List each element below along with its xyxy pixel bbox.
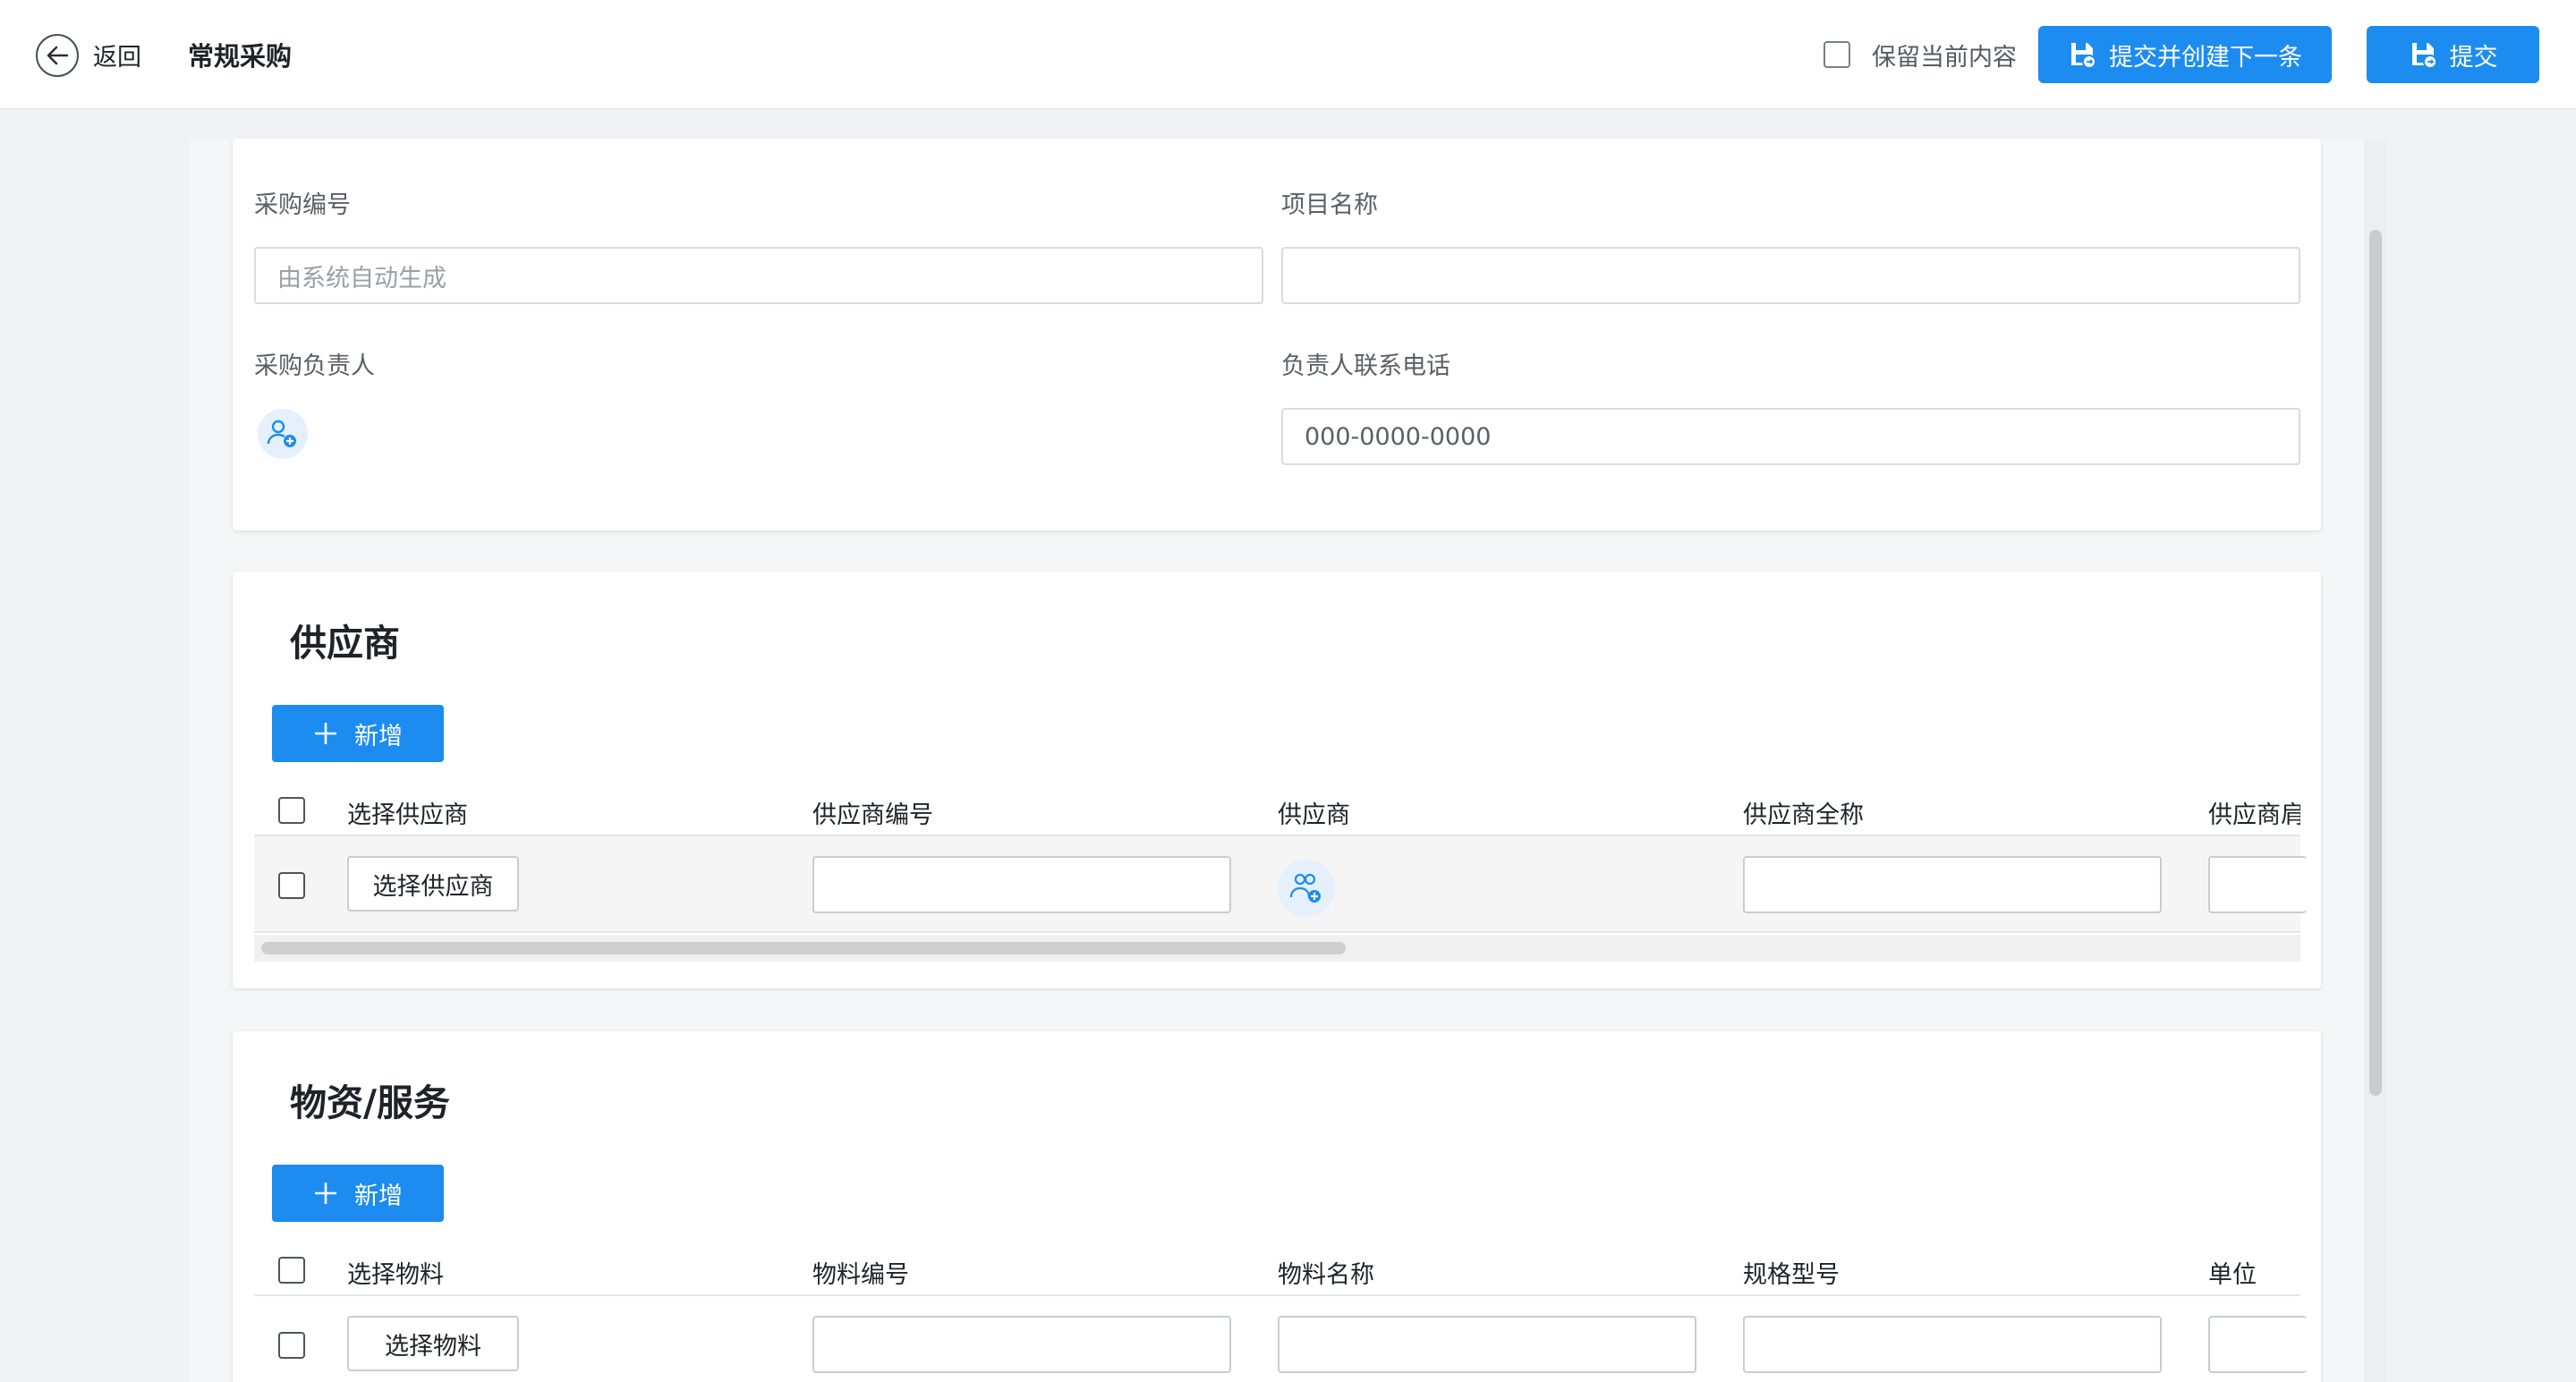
submit-label: 提交 <box>2449 43 2498 72</box>
basic-info-card: 采购编号 由系统自动生成 项目名称 采购负责人 负责人联系电话 000-0000… <box>233 139 2321 530</box>
owner-picker[interactable] <box>258 409 308 459</box>
supplier-title: 供应商 <box>290 622 400 665</box>
material-spec-input[interactable] <box>1743 1316 2162 1373</box>
purchase-no-label: 采购编号 <box>254 191 351 219</box>
submit-button[interactable]: 提交 <box>2367 26 2539 83</box>
material-col-unit: 单位 <box>2208 1261 2257 1289</box>
project-name-input[interactable] <box>1281 247 2300 304</box>
top-bar: 返回 常规采购 保留当前内容 提交并创建下一条 提交 <box>0 0 2576 109</box>
supplier-fullname-input[interactable] <box>1743 856 2162 913</box>
table-row: 选择供应商 <box>254 835 2307 933</box>
supplier-col-code: 供应商编号 <box>812 801 933 829</box>
submit-and-next-button[interactable]: 提交并创建下一条 <box>2038 26 2332 83</box>
back-button[interactable] <box>36 34 79 77</box>
arrow-left-icon <box>47 46 69 65</box>
scrollbar-thumb[interactable] <box>261 942 1346 954</box>
supplier-picker[interactable] <box>1278 860 1335 917</box>
plus-icon <box>315 1183 336 1204</box>
supplier-extra-input[interactable] <box>2208 856 2307 913</box>
select-material-button[interactable]: 选择物料 <box>347 1316 519 1371</box>
users-add-icon <box>1289 873 1321 903</box>
supplier-select-all-checkbox[interactable] <box>278 797 305 824</box>
purchase-no-input[interactable]: 由系统自动生成 <box>254 247 1263 304</box>
keep-content-checkbox[interactable] <box>1824 41 1850 68</box>
scrollbar-thumb[interactable] <box>2369 230 2382 1096</box>
save-icon <box>2068 40 2096 69</box>
select-supplier-button[interactable]: 选择供应商 <box>347 856 519 911</box>
supplier-card: 供应商 新增 选择供应商 供应商编号 供应商 供应商全称 供应商肩 选择供应商 <box>233 572 2321 988</box>
material-select-all-checkbox[interactable] <box>278 1257 305 1284</box>
supplier-table-scrollbar[interactable] <box>254 935 2300 962</box>
owner-label: 采购负责人 <box>254 352 375 380</box>
supplier-row-checkbox[interactable] <box>278 872 305 899</box>
add-material-button[interactable]: 新增 <box>272 1165 444 1222</box>
supplier-code-input[interactable] <box>812 856 1231 913</box>
add-material-label: 新增 <box>354 1182 403 1210</box>
material-code-input[interactable] <box>812 1316 1231 1373</box>
material-col-code: 物料编号 <box>812 1261 909 1289</box>
keep-content-label: 保留当前内容 <box>1872 44 2017 72</box>
material-col-spec: 规格型号 <box>1743 1261 1840 1289</box>
project-name-label: 项目名称 <box>1281 191 1378 219</box>
plus-icon <box>315 723 336 744</box>
add-supplier-button[interactable]: 新增 <box>272 705 444 762</box>
material-card: 物资/服务 新增 选择物料 物料编号 物料名称 规格型号 单位 选择物料 <box>233 1031 2321 1382</box>
material-name-input[interactable] <box>1278 1316 1696 1373</box>
form-content: 采购编号 由系统自动生成 项目名称 采购负责人 负责人联系电话 000-0000… <box>190 139 2364 1382</box>
page-title: 常规采购 <box>188 41 293 72</box>
supplier-col-extra: 供应商肩 <box>2208 801 2300 829</box>
supplier-col-select: 选择供应商 <box>347 801 468 829</box>
material-row-checkbox[interactable] <box>278 1332 305 1359</box>
table-row: 选择物料 <box>254 1294 2307 1382</box>
supplier-col-name: 供应商 <box>1278 801 1350 829</box>
material-col-name: 物料名称 <box>1278 1261 1374 1289</box>
back-label[interactable]: 返回 <box>93 38 141 72</box>
material-title: 物资/服务 <box>290 1081 450 1124</box>
save-icon <box>2409 40 2437 69</box>
right-gutter <box>2387 109 2576 1382</box>
phone-label: 负责人联系电话 <box>1281 352 1450 380</box>
phone-input[interactable]: 000-0000-0000 <box>1281 408 2300 465</box>
page-scrollbar[interactable] <box>2364 139 2387 1382</box>
material-unit-input[interactable] <box>2208 1316 2307 1373</box>
supplier-col-fullname: 供应商全称 <box>1743 801 1864 829</box>
user-add-icon <box>267 420 296 447</box>
left-gutter <box>0 109 190 1382</box>
submit-and-next-label: 提交并创建下一条 <box>2109 43 2302 72</box>
material-col-select: 选择物料 <box>347 1261 444 1289</box>
add-supplier-label: 新增 <box>354 722 403 750</box>
